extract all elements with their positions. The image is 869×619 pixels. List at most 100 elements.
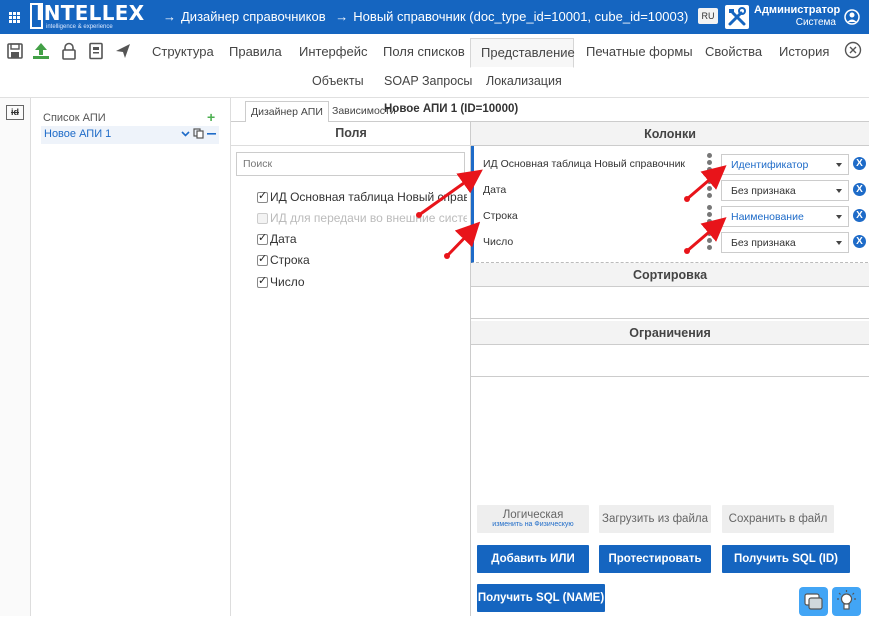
right-panel: Колонки ИД Основная таблица Новый справо… [471, 122, 869, 616]
breadcrumb-arrow: → [163, 9, 176, 24]
field-item[interactable]: Дата [257, 232, 467, 248]
remove-column-button[interactable]: X [853, 235, 866, 248]
test-button[interactable]: Протестировать [599, 545, 711, 573]
logical-mode-button[interactable]: Логическая изменить на Физическую [477, 505, 589, 533]
sorting-header: Сортировка [471, 263, 869, 287]
document-icon[interactable] [87, 42, 105, 60]
breadcrumb-item-new-reference: Новый справочник (doc_type_id=10001, cub… [353, 9, 689, 24]
column-row[interactable]: Строка Наименование X [474, 203, 868, 229]
chat-icon[interactable] [799, 587, 828, 616]
field-item[interactable]: Число [257, 275, 467, 291]
column-attribute-value: Без признака [731, 185, 796, 197]
user-info[interactable]: Администратор Система [754, 4, 841, 28]
logical-mode-label: Логическая [502, 509, 564, 521]
tab-properties[interactable]: Свойства [695, 38, 772, 68]
drag-handle-icon[interactable] [707, 205, 713, 227]
main-toolbar: Структура Правила Интерфейс Поля списков… [0, 34, 869, 98]
tab-structure[interactable]: Структура [142, 38, 224, 68]
remove-column-button[interactable]: X [853, 157, 866, 170]
column-attribute-select[interactable]: Наименование [721, 206, 849, 227]
field-item[interactable]: ИД Основная таблица Новый справочник [257, 190, 467, 206]
drag-handle-icon[interactable] [707, 231, 713, 253]
send-icon[interactable] [114, 42, 132, 60]
field-label: Дата [270, 232, 297, 246]
top-bar: INTELLEX intelligence & experience → Диза… [0, 0, 869, 34]
subtab-objects[interactable]: Объекты [312, 74, 364, 88]
fields-header: Поля [231, 122, 471, 146]
get-sql-name-button[interactable]: Получить SQL (NAME) [477, 584, 605, 612]
user-name: Администратор [754, 4, 841, 16]
field-checkbox[interactable] [257, 232, 268, 245]
api-item-actions [181, 127, 217, 139]
save-to-file-button[interactable]: Сохранить в файл [722, 505, 834, 533]
minus-icon[interactable] [207, 129, 217, 138]
field-checkbox[interactable] [257, 253, 268, 266]
fields-panel: Поля ИД Основная таблица Новый справочни… [231, 122, 471, 616]
get-sql-id-button[interactable]: Получить SQL (ID) [722, 545, 850, 573]
lock-icon[interactable] [60, 42, 78, 60]
subtab-localization[interactable]: Локализация [486, 74, 562, 88]
intellex-logo: INTELLEX intelligence & experience [30, 1, 144, 31]
tab-list-fields[interactable]: Поля списков [373, 38, 475, 68]
field-label: Строка [270, 253, 310, 267]
field-item[interactable]: Строка [257, 253, 467, 269]
caret-down-icon [836, 215, 842, 219]
tab-print-forms[interactable]: Печатные формы [576, 38, 703, 68]
save-icon[interactable] [6, 42, 24, 60]
chevron-down-icon[interactable] [181, 129, 190, 138]
left-rail: id [0, 98, 31, 616]
upload-icon[interactable] [31, 42, 51, 60]
apps-grid-icon[interactable] [9, 12, 20, 23]
caret-down-icon [836, 241, 842, 245]
column-attribute-value: Наименование [731, 211, 804, 223]
column-attribute-value: Идентификатор [731, 159, 809, 171]
field-label: ИД для передачи во внешние системы [270, 211, 467, 225]
api-list-panel: Список АПИ + Новое АПИ 1 [31, 98, 231, 616]
fields-search-input[interactable] [236, 152, 465, 176]
constraints-area[interactable] [471, 345, 869, 377]
breadcrumb-arrow: → [335, 9, 349, 24]
drag-handle-icon[interactable] [707, 153, 713, 175]
lightbulb-icon[interactable] [832, 587, 861, 616]
field-label: Число [270, 275, 305, 289]
copy-icon[interactable] [193, 127, 204, 139]
field-checkbox[interactable] [257, 275, 268, 288]
load-from-file-button[interactable]: Загрузить из файла [599, 505, 711, 533]
remove-column-button[interactable]: X [853, 183, 866, 196]
user-role: Система [795, 17, 836, 28]
column-attribute-select[interactable]: Без признака [721, 232, 849, 253]
field-checkbox[interactable] [257, 190, 268, 203]
designer-tabs: Дизайнер АПИ Зависимости [231, 98, 869, 122]
column-row[interactable]: Число Без признака X [474, 229, 868, 255]
tab-interface[interactable]: Интерфейс [289, 38, 377, 68]
breadcrumb-item-reference-designer[interactable]: Дизайнер справочников [181, 9, 326, 24]
columns-list: ИД Основная таблица Новый справочник Иде… [471, 146, 868, 263]
column-row[interactable]: Дата Без признака X [474, 177, 868, 203]
drag-handle-icon[interactable] [707, 179, 713, 201]
column-label: ИД Основная таблица Новый справочник [483, 158, 686, 170]
tab-representation[interactable]: Представление [470, 38, 575, 68]
add-api-button[interactable]: + [207, 109, 215, 125]
column-row[interactable]: ИД Основная таблица Новый справочник Иде… [474, 151, 868, 177]
column-attribute-select[interactable]: Без признака [721, 180, 849, 201]
subtab-soap-requests[interactable]: SOAP Запросы [384, 74, 472, 88]
column-label: Строка [483, 210, 518, 222]
logo-text: INTELLEX [36, 1, 145, 25]
column-label: Дата [483, 184, 507, 196]
language-switch[interactable]: RU [698, 8, 718, 24]
add-or-button[interactable]: Добавить ИЛИ [477, 545, 589, 573]
api-list-item[interactable]: Новое АПИ 1 [41, 126, 219, 144]
column-attribute-select[interactable]: Идентификатор [721, 154, 849, 175]
close-circle-icon[interactable] [844, 41, 862, 59]
user-circle-icon[interactable] [844, 9, 860, 25]
api-list-title: Список АПИ [43, 112, 106, 124]
sorting-area[interactable] [471, 287, 869, 319]
api-title: Новое АПИ 1 (ID=10000) [384, 103, 519, 115]
tab-rules[interactable]: Правила [219, 38, 292, 68]
field-label: ИД Основная таблица Новый справочник [270, 190, 467, 204]
tab-history[interactable]: История [769, 38, 839, 68]
id-card-icon[interactable]: id [6, 105, 24, 120]
tab-api-designer[interactable]: Дизайнер АПИ [245, 101, 329, 122]
tools-icon[interactable] [725, 5, 749, 29]
remove-column-button[interactable]: X [853, 209, 866, 222]
